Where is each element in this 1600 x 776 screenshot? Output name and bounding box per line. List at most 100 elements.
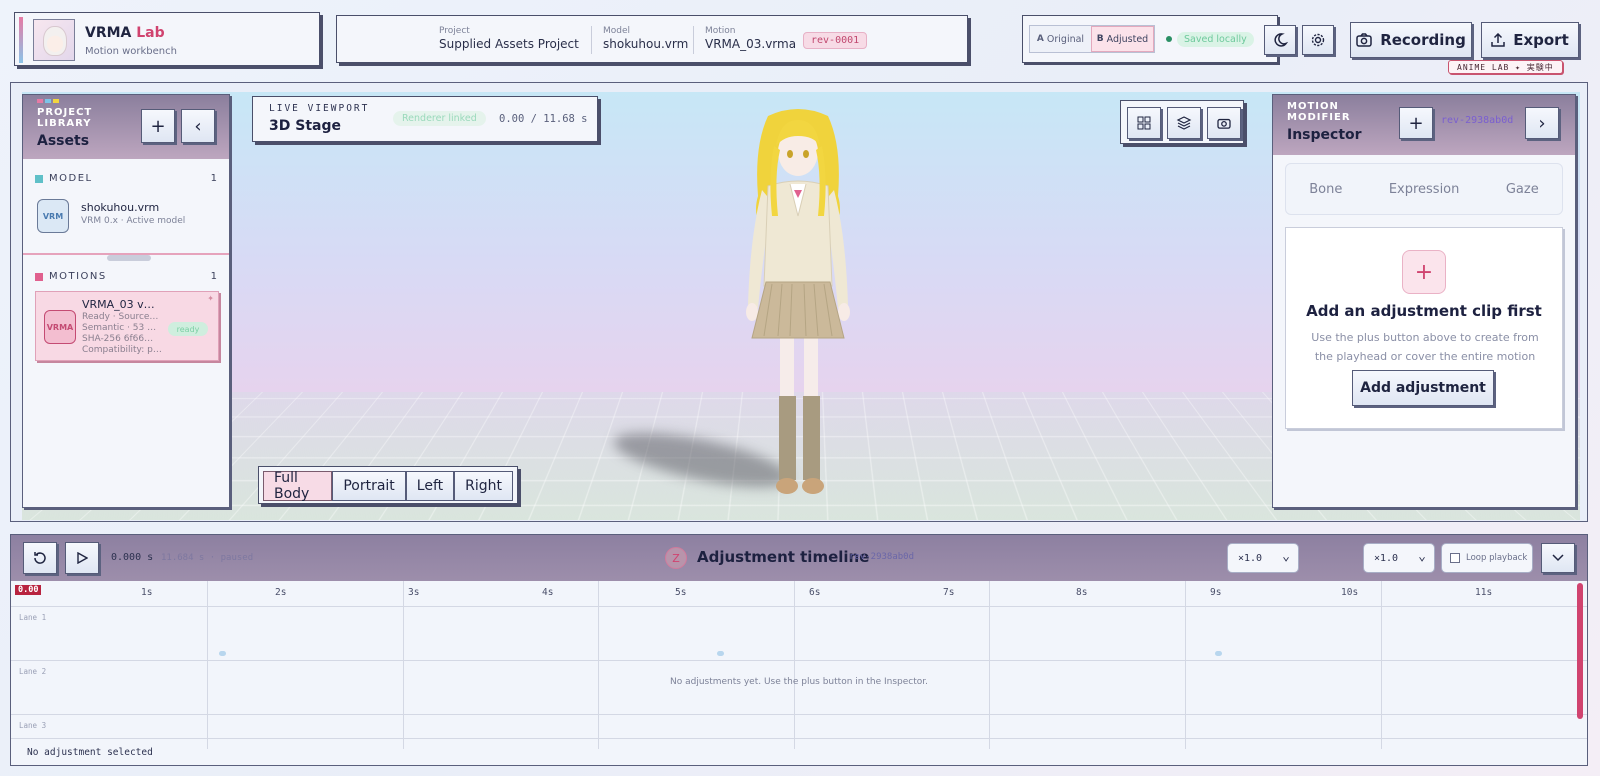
add-clip-button[interactable]: + (1399, 107, 1433, 139)
camera-icon (1217, 117, 1231, 129)
viewport-time: 0.00 / 11.68 s (499, 113, 588, 125)
keyframe-marker (219, 651, 226, 656)
camera-icon (1356, 33, 1372, 47)
timeline-icon: Z (665, 547, 687, 569)
layers-button[interactable] (1167, 107, 1201, 139)
motion-detail: SHA-256 6f66… (82, 334, 153, 344)
lane-label: Lane 3 (19, 721, 46, 730)
brand-stripe (19, 17, 23, 63)
plus-icon: + (150, 116, 165, 137)
viewport-header: LIVE VIEWPORT 3D Stage Renderer linked 0… (252, 96, 598, 142)
add-asset-button[interactable]: + (141, 109, 175, 143)
tick-label: 1s (141, 587, 152, 598)
gear-icon (1310, 32, 1326, 48)
expand-timeline-button[interactable] (1541, 543, 1575, 573)
grid-icon (1137, 116, 1151, 130)
motions-count: 1 (211, 271, 217, 282)
theme-toggle-button[interactable] (1264, 25, 1296, 55)
timeline-lane[interactable]: Lane 1 (11, 607, 1587, 661)
viewport-kicker: LIVE VIEWPORT (269, 103, 369, 114)
tick-label: 5s (675, 587, 686, 598)
plus-icon: + (1402, 250, 1446, 294)
original-option[interactable]: A Original (1030, 26, 1091, 52)
timeline-revision: rev-2938ab0d (849, 552, 914, 562)
add-adjustment-button[interactable]: Add adjustment (1352, 370, 1494, 406)
preset-left[interactable]: Left (406, 471, 454, 501)
snapshot-button[interactable] (1207, 107, 1241, 139)
upload-icon (1491, 33, 1505, 47)
duration-status: 11.684 s · paused (161, 553, 253, 563)
settings-button[interactable] (1302, 25, 1334, 55)
vrma-file-icon: VRMA (44, 310, 76, 344)
brand-panel: VRMA Lab Motion workbench (14, 12, 320, 66)
project-library-panel: PROJECT LIBRARY Assets + ‹ MODEL 1 VRM sh… (22, 94, 230, 508)
revision-badge: rev-0001 (803, 32, 867, 49)
playhead[interactable]: 0.00 (15, 585, 41, 595)
tick-label: 2s (275, 587, 286, 598)
inspector-revision: rev-2938ab0d (1441, 115, 1513, 126)
play-icon (76, 552, 88, 564)
lane-label: Lane 1 (19, 613, 46, 622)
empty-state-description: Use the plus button above to create from… (1308, 328, 1542, 366)
motion-ready-badge: ready (168, 322, 208, 336)
tick-label: 6s (809, 587, 820, 598)
export-button[interactable]: Export (1481, 22, 1579, 58)
saved-status-badge: Saved locally (1177, 32, 1254, 47)
rotate-ccw-icon (32, 550, 48, 566)
empty-state-title: Add an adjustment clip first (1286, 302, 1562, 320)
saved-indicator-dot (1166, 36, 1172, 42)
collapse-inspector-button[interactable]: › (1525, 107, 1559, 139)
project-field: Project Supplied Assets Project (439, 26, 579, 51)
renderer-status-badge: Renderer linked (393, 111, 486, 126)
motion-name: VRMA_03 v… (82, 298, 155, 311)
tick-label: 9s (1210, 587, 1221, 598)
loop-playback-toggle[interactable]: Loop playback (1441, 543, 1533, 573)
tick-label: 11s (1475, 587, 1492, 598)
ab-compare-toggle[interactable]: A Original B Adjusted (1029, 25, 1155, 53)
library-header: PROJECT LIBRARY Assets + ‹ (23, 95, 229, 159)
viewport-title: 3D Stage (269, 118, 341, 134)
model-count: 1 (211, 173, 217, 184)
time-ruler[interactable]: 1s 2s 3s 4s 5s 6s 7s 8s 9s 10s 11s (11, 581, 1587, 607)
inspector-title: Inspector (1287, 127, 1362, 143)
reset-button[interactable] (23, 542, 57, 574)
inspector-tabs: Bone Expression Gaze (1285, 163, 1563, 215)
vrm-file-icon: VRM (37, 199, 69, 233)
tab-bone[interactable]: Bone (1309, 182, 1342, 197)
empty-state-card: + Add an adjustment clip first Use the p… (1285, 227, 1563, 429)
play-button[interactable] (65, 542, 99, 574)
tab-gaze[interactable]: Gaze (1506, 182, 1539, 197)
tab-expression[interactable]: Expression (1389, 182, 1460, 197)
resize-handle[interactable] (107, 255, 151, 261)
speed-select[interactable]: ×1.0 (1227, 543, 1299, 573)
collapse-library-button[interactable]: ‹ (181, 109, 215, 143)
timeline-lane[interactable]: Lane 2 (11, 661, 1587, 715)
lane-label: Lane 2 (19, 667, 46, 676)
timeline-lane[interactable]: Lane 3 (11, 715, 1587, 739)
zoom-select[interactable]: ×1.0 (1363, 543, 1435, 573)
app-title: VRMA Lab (85, 25, 165, 41)
model-name: shokuhou.vrm (81, 201, 221, 214)
tick-label: 8s (1076, 587, 1087, 598)
keyframe-marker (717, 651, 724, 656)
timeline-title: Adjustment timeline (697, 548, 869, 566)
timeline-scrollbar[interactable] (1577, 583, 1583, 719)
inspector-kicker: MOTION MODIFIER (1287, 101, 1351, 123)
recording-button[interactable]: Recording (1350, 22, 1472, 58)
keyframe-marker (1215, 651, 1222, 656)
viewport-tools (1120, 100, 1244, 144)
adjusted-option[interactable]: B Adjusted (1091, 26, 1154, 52)
preset-right[interactable]: Right (454, 471, 513, 501)
preset-full-body[interactable]: Full Body (263, 471, 332, 501)
motion-list-item[interactable]: VRMA VRMA_03 v… Ready · Source… Semantic… (35, 291, 219, 361)
compare-panel: A Original B Adjusted Saved locally (1022, 15, 1278, 63)
moon-icon (1272, 32, 1288, 48)
project-info: Project Supplied Assets Project Model sh… (336, 15, 968, 63)
tick-label: 3s (408, 587, 419, 598)
grid-toggle-button[interactable] (1127, 107, 1161, 139)
model-section-header: MODEL (35, 173, 93, 184)
checkbox[interactable] (1450, 553, 1460, 563)
preset-portrait[interactable]: Portrait (332, 471, 405, 501)
model-field: Model shokuhou.vrm (603, 26, 688, 51)
motion-detail: Ready · Source… (82, 312, 158, 322)
